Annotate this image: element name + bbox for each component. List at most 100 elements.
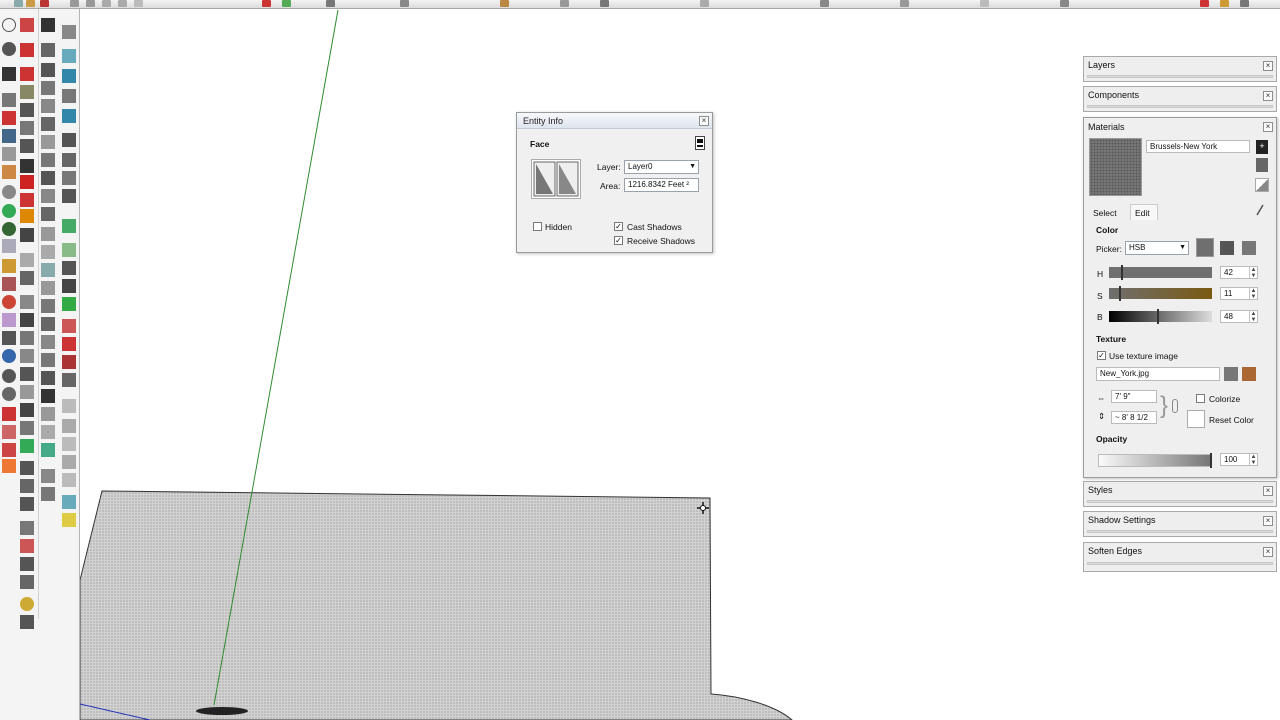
close-icon[interactable]: × — [1263, 61, 1273, 71]
dim-icon[interactable] — [62, 513, 76, 527]
sandbox-icon[interactable] — [20, 575, 34, 589]
component-icon[interactable] — [41, 189, 55, 203]
eyedropper-icon[interactable] — [1256, 204, 1264, 216]
follow-me-icon[interactable] — [62, 25, 76, 39]
component-icon[interactable] — [41, 117, 55, 131]
shape-icon[interactable] — [2, 295, 16, 309]
shape-icon[interactable] — [62, 261, 76, 275]
cast-shadows-checkbox[interactable]: ✓ — [614, 222, 623, 231]
component-icon[interactable] — [41, 153, 55, 167]
camera-icon[interactable] — [2, 93, 16, 107]
tape-icon[interactable] — [20, 139, 34, 153]
dim-icon[interactable] — [62, 473, 76, 487]
tab-edit-container[interactable]: Edit — [1130, 204, 1158, 220]
globe-icon[interactable] — [20, 439, 34, 453]
shape-icon[interactable] — [62, 319, 76, 333]
eraser-icon[interactable] — [40, 0, 49, 7]
view-icon[interactable] — [560, 0, 569, 7]
line-icon[interactable] — [62, 171, 76, 185]
texture-file-field[interactable]: New_York.jpg — [1096, 367, 1220, 381]
box-icon[interactable] — [70, 0, 79, 7]
rotate-icon[interactable] — [20, 121, 34, 135]
shadow-icon[interactable] — [2, 443, 16, 457]
shape-icon[interactable] — [2, 313, 16, 327]
globe-icon[interactable] — [2, 222, 16, 236]
grid-icon[interactable] — [41, 443, 55, 457]
shape-icon[interactable] — [62, 243, 76, 257]
component-icon[interactable] — [41, 207, 55, 221]
paint-icon[interactable] — [20, 193, 34, 207]
component-icon[interactable] — [41, 81, 55, 95]
geo-icon[interactable] — [20, 597, 34, 611]
eraser-icon[interactable] — [20, 18, 34, 32]
s-slider-handle[interactable] — [1119, 286, 1121, 301]
opacity-slider[interactable] — [1098, 453, 1212, 468]
edit-texture-icon[interactable] — [1242, 367, 1256, 381]
sandbox-icon[interactable] — [20, 479, 34, 493]
globe-icon[interactable] — [2, 204, 16, 218]
grid-icon[interactable] — [41, 407, 55, 421]
arc-icon[interactable] — [62, 69, 76, 83]
box-icon[interactable] — [86, 0, 95, 7]
line-icon[interactable] — [62, 133, 76, 147]
info-icon[interactable] — [2, 369, 16, 383]
line-icon[interactable] — [2, 277, 16, 291]
curve-icon[interactable] — [62, 109, 76, 123]
shadow-icon[interactable] — [2, 425, 16, 439]
grid-icon[interactable] — [41, 227, 55, 241]
match-color-icon[interactable] — [1220, 241, 1234, 255]
section-icon[interactable] — [2, 111, 16, 125]
line-icon[interactable] — [62, 153, 76, 167]
h-spinner-icon[interactable]: ▲ ▼ — [1249, 267, 1257, 278]
info-icon[interactable] — [2, 387, 16, 401]
layer-select[interactable]: Layer0 ▼ — [624, 160, 699, 174]
s-slider[interactable] — [1109, 286, 1212, 301]
view-icon[interactable] — [600, 0, 609, 7]
line-icon[interactable] — [62, 189, 76, 203]
close-icon[interactable]: × — [1263, 122, 1273, 132]
shadow-settings-panel-header[interactable]: Shadow Settings × — [1083, 511, 1277, 537]
shadow-icon[interactable] — [2, 407, 16, 421]
styles-panel-header[interactable]: Styles × — [1083, 481, 1277, 507]
section-icon[interactable] — [1060, 0, 1069, 7]
help-icon[interactable] — [2, 349, 16, 363]
b-slider[interactable] — [1109, 309, 1212, 324]
component-icon[interactable] — [41, 99, 55, 113]
dim-icon[interactable] — [62, 437, 76, 451]
receive-shadows-checkbox[interactable]: ✓ — [614, 236, 623, 245]
hatch-icon[interactable] — [20, 228, 34, 242]
reset-color-label[interactable]: Reset Color — [1209, 415, 1254, 425]
look-icon[interactable] — [20, 271, 34, 285]
box-icon[interactable] — [118, 0, 127, 7]
component-icon[interactable] — [20, 295, 34, 309]
close-icon[interactable]: × — [699, 116, 709, 126]
sandbox-icon[interactable] — [20, 539, 34, 553]
text-icon[interactable] — [20, 175, 34, 189]
grid-icon[interactable] — [41, 425, 55, 439]
component-icon[interactable] — [20, 403, 34, 417]
h-slider[interactable] — [1109, 265, 1212, 280]
component-icon[interactable] — [20, 421, 34, 435]
add-material-icon[interactable]: + — [1256, 140, 1268, 154]
grid-icon[interactable] — [41, 317, 55, 331]
dim-icon[interactable] — [62, 399, 76, 413]
shape-icon[interactable] — [62, 297, 76, 311]
select-icon[interactable] — [41, 18, 55, 32]
layer-icon[interactable] — [2, 129, 16, 143]
zoom-icon[interactable] — [500, 0, 509, 7]
close-icon[interactable]: × — [1263, 486, 1273, 496]
globe-icon[interactable] — [2, 185, 16, 199]
fog-icon[interactable] — [1240, 0, 1249, 7]
detail-toggle-icon[interactable] — [695, 136, 705, 150]
grid-icon[interactable] — [41, 263, 55, 277]
sandbox-icon[interactable] — [20, 521, 34, 535]
pencil-icon[interactable] — [2, 259, 16, 273]
box-icon[interactable] — [20, 85, 34, 99]
grid-icon[interactable] — [41, 389, 55, 403]
info-icon[interactable] — [2, 239, 16, 253]
opacity-spinner-icon[interactable]: ▲ ▼ — [1249, 454, 1257, 465]
colorize-checkbox[interactable] — [1196, 394, 1205, 403]
shadow-icon[interactable] — [1200, 0, 1209, 7]
shape-icon[interactable] — [62, 279, 76, 293]
dim-icon[interactable] — [62, 419, 76, 433]
